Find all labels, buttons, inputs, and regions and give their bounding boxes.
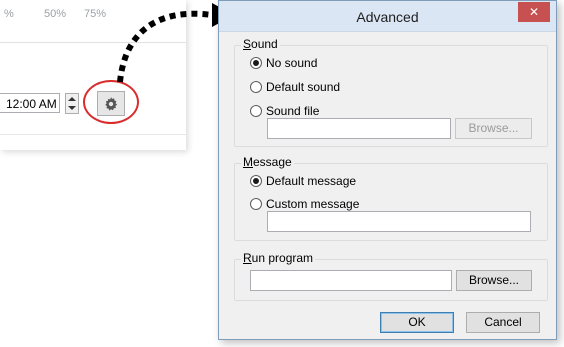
sound-group: Sound No sound Default sound Sound file … [234,37,548,147]
radio-button[interactable] [250,81,262,93]
radio-default-sound[interactable]: Default sound [250,79,340,95]
radio-label: Sound file [266,104,320,118]
radio-label: Default sound [266,80,341,94]
sound-browse-button[interactable]: Browse... [455,118,532,139]
radio-label: Custom message [266,197,360,211]
percent-label: 50% [44,8,67,20]
close-button[interactable]: ✕ [518,2,550,22]
radio-no-sound[interactable]: No sound [250,55,317,71]
run-program-input[interactable] [250,270,452,291]
time-spinner[interactable] [65,93,79,114]
run-program-browse-button[interactable]: Browse... [456,270,532,291]
spin-down-icon[interactable] [68,106,76,110]
radio-label: Default message [266,174,357,188]
divider [0,134,186,135]
radio-default-message[interactable]: Default message [250,173,356,189]
radio-custom-message[interactable]: Custom message [250,196,359,212]
sound-group-label: Sound [241,37,280,51]
title-bar: Advanced ✕ [219,1,556,32]
sound-file-input[interactable] [267,118,451,139]
percent-label: % [4,8,14,20]
cancel-button[interactable]: Cancel [466,312,540,333]
time-input[interactable]: 12:00 AM [0,93,60,113]
run-program-group: Run program Browse... [234,251,548,301]
message-group-label: Message [241,155,294,169]
radio-button[interactable] [250,198,262,210]
spin-up-icon[interactable] [68,97,76,101]
radio-button[interactable] [250,105,262,117]
radio-button[interactable] [250,57,262,69]
dialog-title: Advanced [356,9,419,25]
advanced-dialog: Advanced ✕ Sound No sound Default sound … [218,0,557,340]
message-group: Message Default message Custom message [234,155,548,241]
radio-label: No sound [266,56,318,70]
ok-button[interactable]: OK [380,312,454,333]
radio-sound-file[interactable]: Sound file [250,103,319,119]
custom-message-input[interactable] [267,211,531,232]
run-program-group-label: Run program [241,251,316,265]
radio-button[interactable] [250,175,262,187]
